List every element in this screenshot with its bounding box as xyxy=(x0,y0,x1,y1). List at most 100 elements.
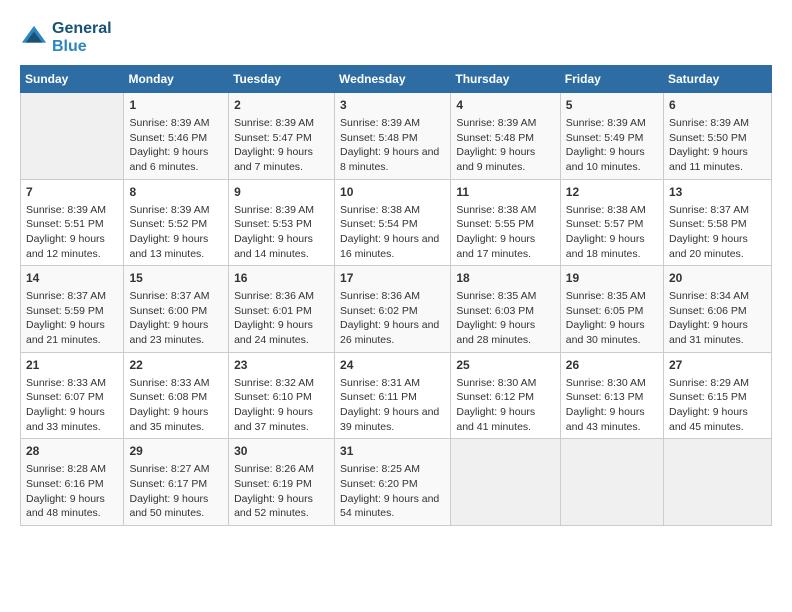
daylight: Daylight: 9 hours and 16 minutes. xyxy=(340,233,439,260)
page: General Blue SundayMondayTuesdayWednesda… xyxy=(0,0,792,612)
sunset: Sunset: 6:12 PM xyxy=(456,391,534,403)
day-number: 24 xyxy=(340,357,445,374)
sunset: Sunset: 5:52 PM xyxy=(129,218,207,230)
daylight: Daylight: 9 hours and 18 minutes. xyxy=(566,233,645,260)
weekday-header-sunday: Sunday xyxy=(21,66,124,93)
sunrise: Sunrise: 8:31 AM xyxy=(340,377,420,389)
day-number: 11 xyxy=(456,184,554,201)
calendar-cell xyxy=(451,439,560,526)
day-number: 31 xyxy=(340,443,445,460)
sunrise: Sunrise: 8:38 AM xyxy=(566,204,646,216)
sunset: Sunset: 6:07 PM xyxy=(26,391,104,403)
day-number: 9 xyxy=(234,184,329,201)
day-number: 3 xyxy=(340,97,445,114)
sunrise: Sunrise: 8:39 AM xyxy=(26,204,106,216)
sunset: Sunset: 5:58 PM xyxy=(669,218,747,230)
daylight: Daylight: 9 hours and 23 minutes. xyxy=(129,319,208,346)
sunrise: Sunrise: 8:39 AM xyxy=(234,117,314,129)
calendar-cell: 31Sunrise: 8:25 AMSunset: 6:20 PMDayligh… xyxy=(335,439,451,526)
day-number: 5 xyxy=(566,97,658,114)
calendar-table: SundayMondayTuesdayWednesdayThursdayFrid… xyxy=(20,65,772,526)
sunrise: Sunrise: 8:33 AM xyxy=(129,377,209,389)
sunset: Sunset: 6:05 PM xyxy=(566,305,644,317)
calendar-cell: 12 Sunrise: 8:38 AM Sunset: 5:57 PM Dayligh… xyxy=(560,179,663,266)
week-row-5: 28Sunrise: 8:28 AMSunset: 6:16 PMDayligh… xyxy=(21,439,772,526)
calendar-cell: 3Sunrise: 8:39 AMSunset: 5:48 PMDaylight… xyxy=(335,93,451,180)
sunrise: Sunrise: 8:39 AM xyxy=(456,117,536,129)
sunrise: Sunrise: 8:25 AM xyxy=(340,463,420,475)
calendar-cell: 19Sunrise: 8:35 AMSunset: 6:05 PMDayligh… xyxy=(560,266,663,353)
calendar-cell: 9Sunrise: 8:39 AMSunset: 5:53 PMDaylight… xyxy=(229,179,335,266)
day-number: 8 xyxy=(129,184,223,201)
sunset: Sunset: 5:57 PM xyxy=(566,218,644,230)
sunset: Sunset: 5:48 PM xyxy=(340,132,418,144)
sunrise: Sunrise: 8:30 AM xyxy=(456,377,536,389)
logo-text: General Blue xyxy=(52,20,112,55)
day-number: 16 xyxy=(234,270,329,287)
header: General Blue xyxy=(20,20,772,55)
sunrise: Sunrise: 8:27 AM xyxy=(129,463,209,475)
sunrise: Sunrise: 8:28 AM xyxy=(26,463,106,475)
daylight: Daylight: 9 hours and 12 minutes. xyxy=(26,233,105,260)
daylight: Daylight: 9 hours and 41 minutes. xyxy=(456,406,535,433)
sunrise: Sunrise: 8:39 AM xyxy=(129,204,209,216)
sunset: Sunset: 5:46 PM xyxy=(129,132,207,144)
sunrise: Sunrise: 8:37 AM xyxy=(26,290,106,302)
sunrise: Sunrise: 8:39 AM xyxy=(234,204,314,216)
sunrise: Sunrise: 8:33 AM xyxy=(26,377,106,389)
day-number: 29 xyxy=(129,443,223,460)
sunrise: Sunrise: 8:39 AM xyxy=(340,117,420,129)
daylight: Daylight: 9 hours and 26 minutes. xyxy=(340,319,439,346)
calendar-cell xyxy=(21,93,124,180)
sunset: Sunset: 5:59 PM xyxy=(26,305,104,317)
sunrise: Sunrise: 8:36 AM xyxy=(340,290,420,302)
daylight: Daylight: 9 hours and 6 minutes. xyxy=(129,146,208,173)
sunrise: Sunrise: 8:26 AM xyxy=(234,463,314,475)
week-row-3: 14Sunrise: 8:37 AMSunset: 5:59 PMDayligh… xyxy=(21,266,772,353)
calendar-cell: 4Sunrise: 8:39 AMSunset: 5:48 PMDaylight… xyxy=(451,93,560,180)
sunset: Sunset: 6:10 PM xyxy=(234,391,312,403)
day-number: 15 xyxy=(129,270,223,287)
sunset: Sunset: 5:48 PM xyxy=(456,132,534,144)
calendar-cell: 6Sunrise: 8:39 AMSunset: 5:50 PMDaylight… xyxy=(664,93,772,180)
daylight: Daylight: 9 hours and 33 minutes. xyxy=(26,406,105,433)
day-number: 12 xyxy=(566,184,658,201)
calendar-cell: 26Sunrise: 8:30 AMSunset: 6:13 PMDayligh… xyxy=(560,352,663,439)
calendar-cell: 29 Sunrise: 8:27 AM Sunset: 6:17 PM Dayligh… xyxy=(124,439,229,526)
day-number: 6 xyxy=(669,97,766,114)
day-number: 1 xyxy=(129,97,223,114)
daylight: Daylight: 9 hours and 50 minutes. xyxy=(129,493,208,520)
daylight: Daylight: 9 hours and 43 minutes. xyxy=(566,406,645,433)
weekday-header-wednesday: Wednesday xyxy=(335,66,451,93)
daylight: Daylight: 9 hours and 30 minutes. xyxy=(566,319,645,346)
sunset: Sunset: 6:17 PM xyxy=(129,478,207,490)
sunset: Sunset: 5:55 PM xyxy=(456,218,534,230)
calendar-cell: 16Sunrise: 8:36 AMSunset: 6:01 PMDayligh… xyxy=(229,266,335,353)
sunrise: Sunrise: 8:38 AM xyxy=(340,204,420,216)
calendar-cell: 30Sunrise: 8:26 AMSunset: 6:19 PMDayligh… xyxy=(229,439,335,526)
daylight: Daylight: 9 hours and 11 minutes. xyxy=(669,146,748,173)
calendar-cell: 24Sunrise: 8:31 AMSunset: 6:11 PMDayligh… xyxy=(335,352,451,439)
daylight: Daylight: 9 hours and 45 minutes. xyxy=(669,406,748,433)
daylight: Daylight: 9 hours and 39 minutes. xyxy=(340,406,439,433)
weekday-header-thursday: Thursday xyxy=(451,66,560,93)
weekday-header-tuesday: Tuesday xyxy=(229,66,335,93)
daylight: Daylight: 9 hours and 13 minutes. xyxy=(129,233,208,260)
calendar-cell: 28Sunrise: 8:28 AMSunset: 6:16 PMDayligh… xyxy=(21,439,124,526)
calendar-cell: 13Sunrise: 8:37 AMSunset: 5:58 PMDayligh… xyxy=(664,179,772,266)
sunset: Sunset: 5:50 PM xyxy=(669,132,747,144)
sunset: Sunset: 5:54 PM xyxy=(340,218,418,230)
weekday-header-row: SundayMondayTuesdayWednesdayThursdayFrid… xyxy=(21,66,772,93)
calendar-cell: 10Sunrise: 8:38 AMSunset: 5:54 PMDayligh… xyxy=(335,179,451,266)
calendar-cell: 5Sunrise: 8:39 AMSunset: 5:49 PMDaylight… xyxy=(560,93,663,180)
calendar-cell: 7Sunrise: 8:39 AMSunset: 5:51 PMDaylight… xyxy=(21,179,124,266)
sunrise: Sunrise: 8:39 AM xyxy=(129,117,209,129)
daylight: Daylight: 9 hours and 28 minutes. xyxy=(456,319,535,346)
daylight: Daylight: 9 hours and 31 minutes. xyxy=(669,319,748,346)
sunrise: Sunrise: 8:29 AM xyxy=(669,377,749,389)
calendar-cell: 22Sunrise: 8:33 AMSunset: 6:08 PMDayligh… xyxy=(124,352,229,439)
weekday-header-saturday: Saturday xyxy=(664,66,772,93)
sunset: Sunset: 6:03 PM xyxy=(456,305,534,317)
calendar-cell: 11Sunrise: 8:38 AMSunset: 5:55 PMDayligh… xyxy=(451,179,560,266)
sunset: Sunset: 5:53 PM xyxy=(234,218,312,230)
